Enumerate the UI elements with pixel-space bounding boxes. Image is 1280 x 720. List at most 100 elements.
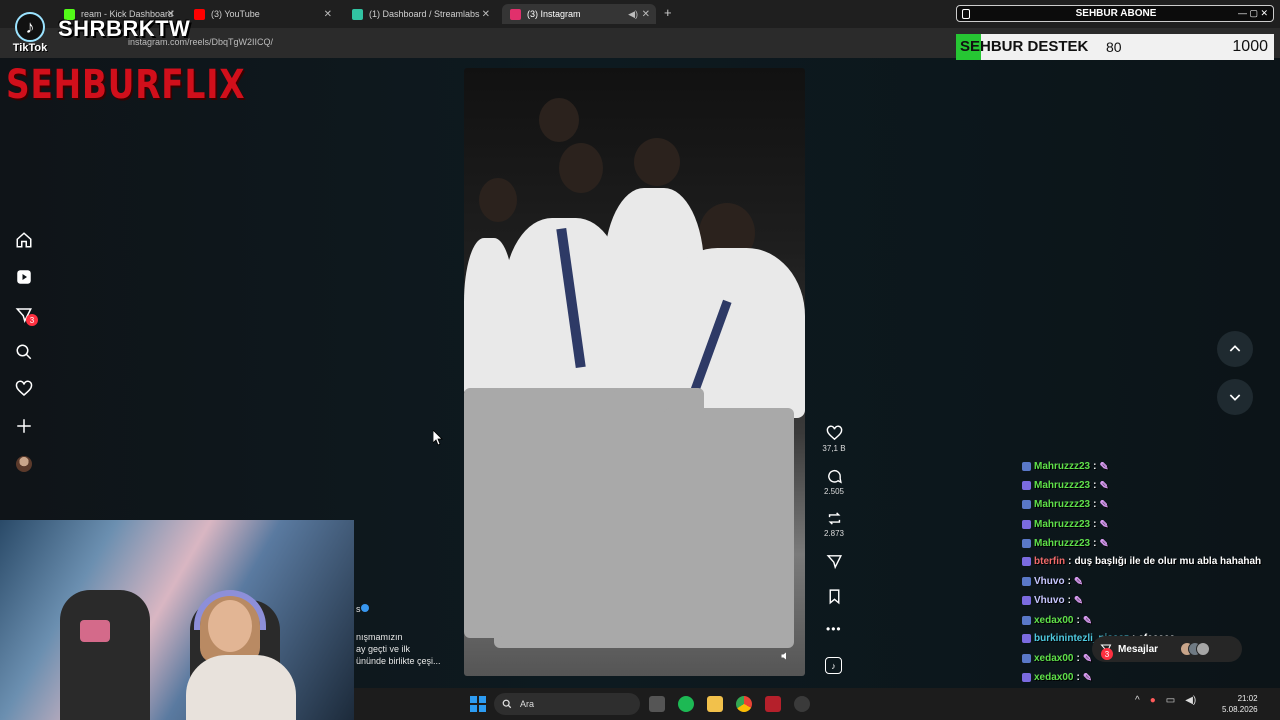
comment-button[interactable]: 2.505: [818, 468, 850, 496]
feather-emote-icon: ✎: [1073, 595, 1084, 607]
chat-badge-icon: [1022, 634, 1031, 643]
chat-username[interactable]: Vhuvo: [1034, 576, 1065, 587]
chevron-up-icon: [1229, 345, 1241, 352]
heart-icon[interactable]: [14, 379, 34, 399]
dancer-figure: [634, 138, 680, 186]
home-icon[interactable]: [14, 230, 34, 250]
save-button[interactable]: [818, 588, 850, 605]
tab-label: (3) Instagram: [527, 9, 581, 19]
chat-separator: :: [1093, 461, 1097, 472]
messages-label: Mesajlar: [1118, 643, 1159, 655]
microphone-icon[interactable]: ●: [1150, 695, 1156, 706]
chat-message: xedax00:✎: [1022, 614, 1092, 627]
tab-audio-icon[interactable]: ◀): [628, 9, 638, 20]
message-avatars: [1180, 642, 1211, 656]
chat-badge-icon: [1022, 539, 1031, 548]
chat-username[interactable]: Mahruzzz23: [1034, 461, 1090, 472]
dancer-figure: [479, 178, 517, 222]
chat-badge-icon: [1022, 654, 1031, 663]
goal-title: SEHBUR DESTEK: [960, 38, 1089, 55]
audio-icon[interactable]: ♪: [825, 657, 842, 674]
caption-username[interactable]: s: [356, 604, 361, 614]
taskbar-search[interactable]: Ara: [494, 693, 640, 715]
comment-icon: [827, 469, 842, 484]
chat-username[interactable]: xedax00: [1034, 615, 1073, 626]
tiktok-handle: SHRBRKTW: [58, 16, 191, 41]
network-icon[interactable]: ▭: [1166, 695, 1175, 706]
file-explorer-icon[interactable]: [707, 696, 723, 712]
chat-username[interactable]: Mahruzzz23: [1034, 480, 1090, 491]
chat-message: bterfin: duş başlığı ile de olur mu abla …: [1022, 556, 1261, 567]
chat-username[interactable]: Mahruzzz23: [1034, 519, 1090, 530]
chat-separator: :: [1093, 538, 1097, 549]
tab-youtube[interactable]: (3) YouTube ✕: [186, 4, 338, 24]
dancer-figure: [464, 238, 514, 398]
voice-changer-icon[interactable]: [765, 696, 781, 712]
new-tab-button[interactable]: +: [664, 5, 672, 20]
feather-emote-icon: ✎: [1073, 576, 1084, 588]
chat-badge-icon: [1022, 462, 1031, 471]
messages-badge: 3: [26, 314, 38, 326]
chat-separator: :: [1093, 480, 1097, 491]
profile-avatar[interactable]: [16, 456, 32, 472]
chat-separator: :: [1068, 556, 1072, 567]
mute-icon[interactable]: [780, 650, 792, 662]
volume-icon[interactable]: ◀): [1185, 695, 1196, 706]
chat-username[interactable]: Mahruzzz23: [1034, 538, 1090, 549]
more-options-icon[interactable]: •••: [826, 622, 842, 636]
clock-date: 5.08.2026: [1222, 705, 1258, 714]
chat-separator: :: [1067, 595, 1071, 606]
chat-message: Mahruzzz23: ✎: [1022, 518, 1109, 531]
next-reel-button[interactable]: [1217, 379, 1253, 415]
chevron-down-icon: [1229, 394, 1241, 401]
previous-reel-button[interactable]: [1217, 331, 1253, 367]
comment-count: 2.505: [823, 487, 845, 496]
share-button[interactable]: [818, 553, 850, 570]
bookmark-icon: [829, 589, 839, 605]
feather-emote-icon: ✎: [1099, 480, 1109, 492]
tiktok-label: TikTok: [12, 42, 48, 54]
spotify-icon[interactable]: [678, 696, 694, 712]
search-icon: [502, 699, 512, 709]
chevron-up-icon[interactable]: ^: [1135, 695, 1140, 706]
taskbar-clock[interactable]: 21:02 5.08.2026: [1222, 693, 1258, 715]
feather-emote-icon: ✎: [1099, 538, 1109, 550]
donation-goal-bar: SEHBUR DESTEK 80 1000: [956, 34, 1274, 60]
chat-message: Mahruzzz23: ✎: [1022, 460, 1109, 473]
chrome-icon[interactable]: [736, 696, 752, 712]
messages-button[interactable]: Mesajlar: [1092, 636, 1242, 662]
chat-username[interactable]: Mahruzzz23: [1034, 499, 1090, 510]
tab-streamlabs[interactable]: (1) Dashboard / Streamlabs ✕: [344, 4, 496, 24]
chat-username[interactable]: Vhuvo: [1034, 595, 1065, 606]
chat-username[interactable]: xedax00: [1034, 672, 1073, 683]
clock-time: 21:02: [1237, 694, 1258, 703]
tab-close-icon[interactable]: ✕: [482, 9, 490, 20]
streamer: [186, 655, 296, 720]
chat-message: Vhuvo: ✎: [1022, 575, 1083, 588]
chat-username[interactable]: xedax00: [1034, 653, 1073, 664]
chat-username[interactable]: bterfin: [1034, 556, 1065, 567]
subscriber-bar-label: SEHBUR ABONE: [1075, 8, 1157, 19]
search-icon[interactable]: [14, 342, 34, 362]
repost-button[interactable]: 2.873: [818, 510, 850, 538]
chat-badge-icon: [1022, 557, 1031, 566]
taskbar-search-placeholder: Ara: [520, 699, 535, 709]
task-view-icon[interactable]: [649, 696, 665, 712]
chat-message: Mahruzzz23: ✎: [1022, 498, 1109, 511]
caption-line: nışmamızın: [356, 632, 403, 642]
obs-icon[interactable]: [794, 696, 810, 712]
tiktok-logo: ♪ TikTok: [4, 4, 56, 54]
chat-separator: :: [1093, 499, 1097, 510]
streamlabs-favicon-icon: [352, 8, 363, 20]
goal-target: 1000: [1232, 38, 1268, 55]
reels-icon[interactable]: [14, 267, 34, 287]
reel-video[interactable]: [464, 68, 805, 676]
tab-close-icon[interactable]: ✕: [642, 9, 650, 20]
tab-instagram[interactable]: (3) Instagram ◀) ✕: [502, 4, 656, 24]
dancer-figure: [539, 98, 579, 142]
windows-start-icon[interactable]: [470, 696, 486, 712]
tab-close-icon[interactable]: ✕: [324, 9, 332, 20]
like-button[interactable]: 37,1 B: [818, 425, 850, 453]
heart-icon: [826, 425, 842, 441]
plus-icon[interactable]: [14, 416, 34, 436]
